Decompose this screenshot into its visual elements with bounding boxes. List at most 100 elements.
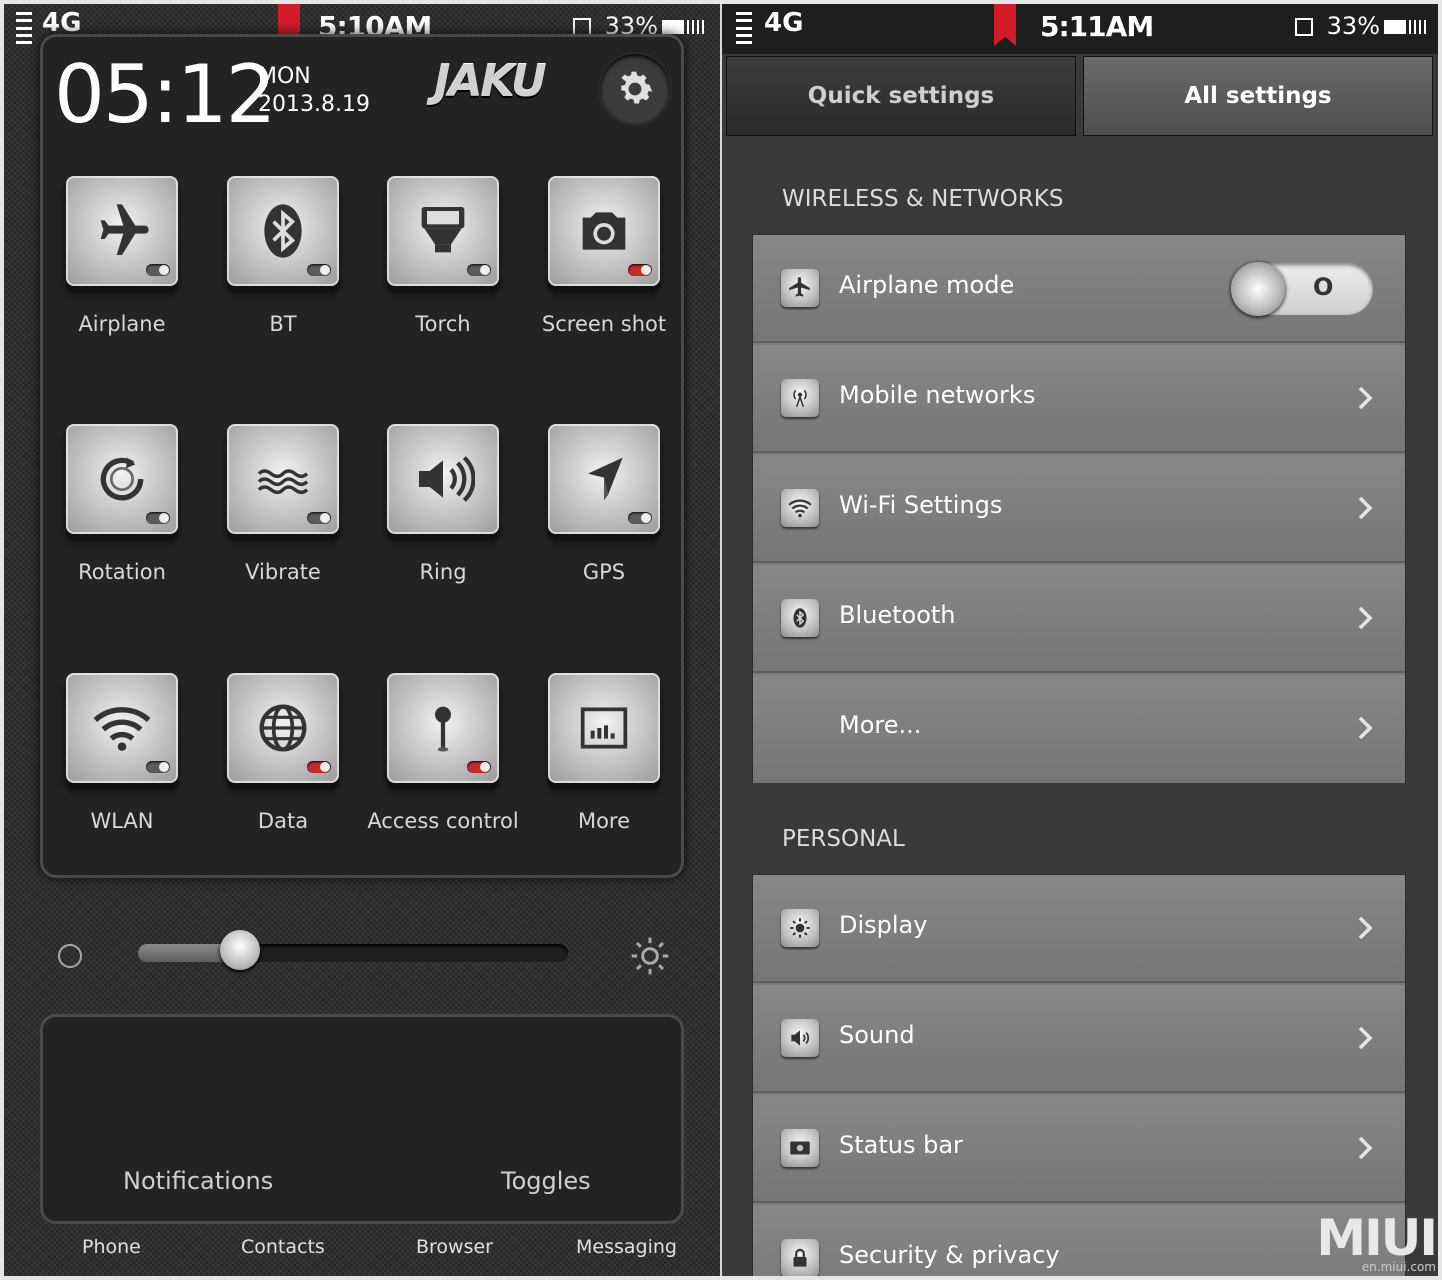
row-label: Sound [839,1021,915,1049]
tab-quick-settings[interactable]: Quick settings [726,56,1076,136]
bookmark-icon [994,0,1016,46]
rotation-tile[interactable] [66,424,178,534]
notification-panel: Notifications Toggles [40,1014,684,1224]
status-bar: 4G 5:11AM 33% [722,0,1442,54]
access-control-tile[interactable] [387,673,499,783]
vibrate-icon [257,469,309,495]
tile-label: Rotation [78,560,166,584]
brightness-control [40,880,684,1010]
chevron-right-icon [1358,716,1373,740]
chevron-right-icon [1358,496,1373,520]
toggle-indicator [307,512,331,524]
toggle-indicator [146,264,170,276]
toggle-indicator [146,761,170,773]
airplane-mode-switch[interactable]: O [1231,262,1373,316]
torch-tile[interactable] [387,176,499,286]
settings-button[interactable] [600,54,670,124]
notifications-tab[interactable]: Notifications [123,1167,273,1195]
more-tile[interactable] [548,673,660,783]
chevron-right-icon [1358,1026,1373,1050]
brightness-high-icon [631,937,669,975]
tile-label: More [577,809,631,833]
tile-label: Data [257,809,309,833]
settings-row-more[interactable]: More... [753,675,1405,783]
display-icon [781,909,819,947]
airplane-tile[interactable] [66,176,178,286]
data-tile[interactable] [227,673,339,783]
statusbar-icon [781,1129,819,1167]
tile-label: Access control [367,809,519,833]
toggle-indicator [467,761,491,773]
chart-icon [580,707,628,749]
toggle-indicator [467,264,491,276]
dock-phone[interactable]: Phone [82,1236,141,1258]
row-label: Security & privacy [839,1241,1060,1269]
airplane-icon [781,269,819,307]
brightness-slider[interactable] [138,944,568,962]
personal-group: Display Sound Status bar Security & priv… [752,874,1406,1280]
battery-percent: 33% [1326,12,1380,40]
settings-row-sound[interactable]: Sound [753,985,1405,1093]
sim-icon [1294,18,1313,36]
bluetooth-icon [264,204,302,258]
toggles-tab[interactable]: Toggles [501,1167,591,1195]
tile-label: Screen shot [541,312,667,336]
tab-all-settings[interactable]: All settings [1083,56,1433,136]
wifi-icon [93,707,151,751]
chevron-right-icon [1358,1136,1373,1160]
tile-label: BT [269,312,297,336]
brightness-thumb[interactable] [220,930,260,970]
row-label: Bluetooth [839,601,956,629]
settings-row-wifi[interactable]: Wi-Fi Settings [753,455,1405,563]
dock-browser[interactable]: Browser [416,1236,493,1258]
globe-icon [259,704,307,752]
row-label: Display [839,911,928,939]
pin-icon [435,706,451,752]
speaker-icon [781,1019,819,1057]
toggle-indicator [628,264,652,276]
signal-icon [16,12,32,44]
miui-watermark: MIUI en.miui.com [1316,1209,1438,1274]
gps-icon [588,457,623,501]
switch-state: O [1313,273,1334,301]
settings-row-mobile-networks[interactable]: Mobile networks [753,345,1405,453]
settings-row-security[interactable]: Security & privacy [753,1205,1405,1280]
chevron-right-icon [1358,606,1373,630]
tile-label: Airplane [78,312,166,336]
signal-icon [736,12,752,44]
antenna-icon [781,379,819,417]
brightness-low-icon [58,944,82,968]
settings-row-status-bar[interactable]: Status bar [753,1095,1405,1203]
vibrate-tile[interactable] [227,424,339,534]
row-label: Wi-Fi Settings [839,491,1003,519]
settings-row-display[interactable]: Display [753,875,1405,983]
row-label: Airplane mode [839,271,1015,299]
toggle-indicator [307,761,331,773]
screenshot-tile[interactable] [548,176,660,286]
quick-settings-screen: 4G 5:10AM 33% 05:12 MON 2013.8.19 JAKU A… [0,0,720,1280]
battery-status: 33% [1294,12,1428,40]
section-title-wireless: WIRELESS & NETWORKS [782,186,1064,212]
toggle-indicator [628,512,652,524]
dock: Phone Contacts Browser Messaging [0,1232,720,1276]
dock-messaging[interactable]: Messaging [576,1236,677,1258]
battery-icon [662,20,682,34]
settings-row-bluetooth[interactable]: Bluetooth [753,565,1405,673]
ring-tile[interactable] [387,424,499,534]
wlan-tile[interactable] [66,673,178,783]
weekday: MON [258,64,311,89]
brand-logo: JAKU [434,56,547,107]
chevron-right-icon [1358,386,1373,410]
wireless-group: Airplane mode O Mobile networks Wi-Fi Se… [752,234,1406,783]
airplane-icon [100,204,149,255]
tile-label: Vibrate [245,560,321,584]
settings-tabs: Quick settings All settings [722,56,1442,140]
watermark-logo: MIUI [1316,1209,1438,1267]
gps-tile[interactable] [548,424,660,534]
bluetooth-tile[interactable] [227,176,339,286]
toggle-indicator [146,512,170,524]
settings-row-airplane[interactable]: Airplane mode O [753,235,1405,343]
switch-knob [1231,262,1285,316]
network-type: 4G [764,8,804,38]
dock-contacts[interactable]: Contacts [241,1236,325,1258]
